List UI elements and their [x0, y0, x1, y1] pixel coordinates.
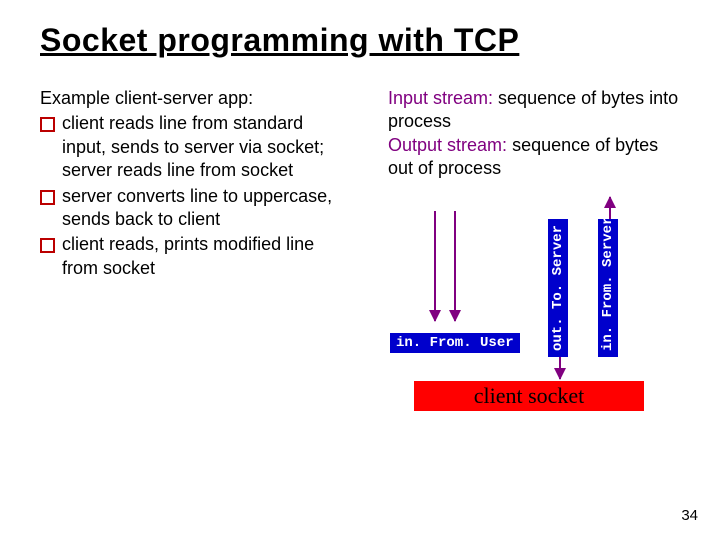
- bullet-1: client reads line from standard input, s…: [62, 112, 346, 182]
- label-infromserver: in. From. Server: [598, 219, 618, 357]
- output-stream-line: Output stream: sequence of bytes out of …: [388, 134, 680, 181]
- right-column: Input stream: sequence of bytes into pro…: [374, 87, 680, 431]
- arrow-outtoserver: [559, 357, 561, 379]
- slide: Socket programming with TCP Example clie…: [0, 0, 720, 540]
- bullet-2: server converts line to uppercase, sends…: [62, 185, 346, 232]
- input-stream-term: Input stream:: [388, 88, 493, 108]
- stream-diagram: in. From. User out. To. Server in. From.…: [374, 191, 674, 431]
- example-bullets: client reads line from standard input, s…: [40, 112, 346, 280]
- bullet-3: client reads, prints modified line from …: [62, 233, 346, 280]
- arrow-infromuser-2: [454, 211, 456, 321]
- definitions: Input stream: sequence of bytes into pro…: [374, 87, 680, 181]
- example-heading: Example client-server app:: [40, 87, 346, 110]
- arrow-infromserver: [609, 197, 611, 219]
- output-stream-term: Output stream:: [388, 135, 507, 155]
- page-number: 34: [681, 507, 698, 524]
- left-column: Example client-server app: client reads …: [40, 87, 346, 431]
- input-stream-line: Input stream: sequence of bytes into pro…: [388, 87, 680, 134]
- client-socket-box: client socket: [414, 381, 644, 411]
- label-outtoserver: out. To. Server: [548, 219, 568, 357]
- content-columns: Example client-server app: client reads …: [40, 87, 680, 431]
- arrow-infromuser-1: [434, 211, 436, 321]
- slide-title: Socket programming with TCP: [40, 22, 680, 59]
- label-infromuser: in. From. User: [390, 333, 520, 353]
